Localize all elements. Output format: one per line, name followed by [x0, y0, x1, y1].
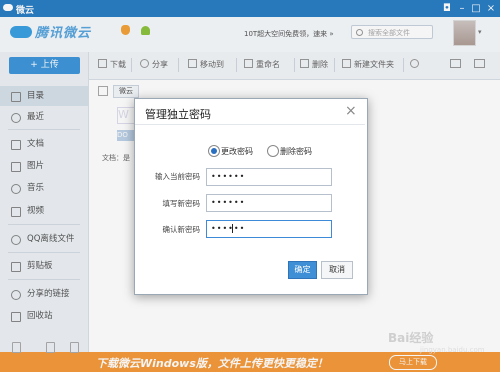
text-caret [232, 224, 233, 233]
radio-selected-dot [211, 148, 217, 154]
radio-change-password-label[interactable]: 更改密码 [221, 146, 253, 157]
cancel-button[interactable]: 取消 [321, 261, 353, 279]
radio-change-password[interactable] [208, 145, 220, 157]
close-icon[interactable]: × [345, 103, 357, 119]
ok-button[interactable]: 确定 [288, 261, 317, 279]
confirm-password-label: 确认新密码 [162, 225, 201, 234]
radio-delete-password-label[interactable]: 删除密码 [280, 146, 312, 157]
dialog-title: 管理独立密码 [145, 108, 211, 121]
dialog-divider [135, 124, 365, 125]
confirm-password-field[interactable]: •••••• [206, 220, 332, 238]
radio-delete-password[interactable] [267, 145, 279, 157]
current-password-field[interactable]: •••••• [206, 168, 332, 186]
new-password-field[interactable]: •••••• [206, 194, 332, 212]
new-password-label: 填写新密码 [162, 199, 201, 208]
current-password-label: 输入当前密码 [155, 172, 200, 181]
